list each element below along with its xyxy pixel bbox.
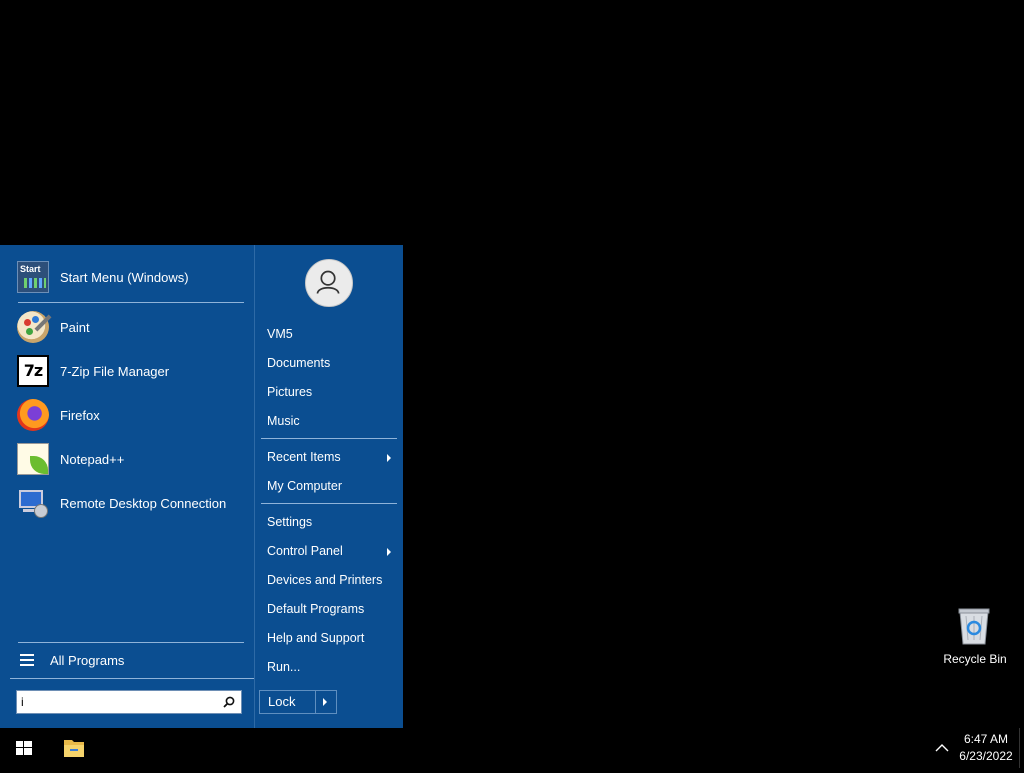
link-label: Documents: [267, 356, 331, 370]
submenu-arrow-icon: [387, 454, 391, 462]
clock-date: 6/23/2022: [959, 749, 1013, 763]
link-label: Recent Items: [267, 450, 341, 464]
program-label: 7-Zip File Manager: [60, 363, 170, 379]
program-7zip[interactable]: 7z 7-Zip File Manager: [10, 351, 246, 391]
program-label: Notepad++: [60, 451, 125, 467]
link-devices-and-printers[interactable]: Devices and Printers: [267, 573, 382, 587]
link-label: Pictures: [267, 385, 313, 399]
all-programs-label: All Programs: [50, 652, 125, 668]
program-firefox[interactable]: Firefox: [10, 395, 246, 435]
lock-button[interactable]: Lock: [260, 691, 316, 713]
separator: [18, 642, 244, 643]
start-menu: Start Start Menu (Windows) Paint 7z 7-Zi…: [0, 245, 403, 728]
chevron-up-icon[interactable]: [932, 740, 952, 756]
folder-icon: [64, 740, 84, 757]
paint-icon: [17, 311, 52, 343]
link-label: VM5: [267, 327, 293, 341]
program-label: Remote Desktop Connection: [60, 495, 227, 511]
link-run[interactable]: Run...: [267, 660, 300, 674]
windows-logo-icon: [16, 741, 32, 755]
lock-split-button: Lock: [259, 690, 337, 714]
system-clock[interactable]: 6:47 AM 6/23/2022: [954, 731, 1018, 765]
separator: [18, 302, 244, 303]
separator: [261, 438, 397, 439]
link-music[interactable]: Music: [267, 414, 300, 428]
link-help-and-support[interactable]: Help and Support: [267, 631, 364, 645]
program-notepad-plus-plus[interactable]: Notepad++: [10, 439, 246, 479]
search-icon[interactable]: [223, 696, 235, 708]
notepad-plus-plus-icon: [17, 443, 49, 475]
places-pane: VM5 Documents Pictures Music Recent Item…: [254, 245, 403, 728]
shutdown-options-button[interactable]: [316, 691, 336, 713]
show-desktop-button[interactable]: [1019, 728, 1024, 768]
link-pictures[interactable]: Pictures: [267, 385, 312, 399]
program-label: Paint: [60, 319, 90, 335]
chevron-right-icon: [323, 698, 327, 706]
taskbar: 6:47 AM 6/23/2022: [0, 728, 1024, 768]
separator: [10, 678, 254, 679]
start-button[interactable]: [0, 728, 48, 768]
link-label: Music: [267, 414, 300, 428]
link-default-programs[interactable]: Default Programs: [267, 602, 364, 616]
recycle-bin-label: Recycle Bin: [943, 652, 1007, 666]
link-my-computer[interactable]: My Computer: [267, 479, 342, 493]
7zip-icon: 7z: [17, 355, 49, 387]
search-box[interactable]: [16, 690, 242, 714]
program-remote-desktop-connection[interactable]: Remote Desktop Connection: [10, 483, 246, 523]
search-input[interactable]: [21, 693, 215, 711]
link-recent-items[interactable]: Recent Items: [267, 450, 391, 464]
link-settings[interactable]: Settings: [267, 515, 312, 529]
clock-time: 6:47 AM: [963, 732, 1009, 746]
link-label: Devices and Printers: [267, 573, 383, 587]
link-label: My Computer: [267, 479, 343, 493]
link-label: Settings: [267, 515, 313, 529]
start-menu-icon: Start: [17, 261, 49, 293]
user-icon: [316, 270, 340, 294]
recycle-bin-shortcut[interactable]: Recycle Bin: [934, 600, 1016, 670]
link-documents[interactable]: Documents: [267, 356, 330, 370]
link-control-panel[interactable]: Control Panel: [267, 544, 391, 558]
program-paint[interactable]: Paint: [10, 307, 246, 347]
remote-desktop-icon: [17, 487, 49, 519]
program-start-menu-windows[interactable]: Start Start Menu (Windows): [10, 257, 246, 297]
link-label: Default Programs: [267, 602, 365, 616]
recycle-bin-icon: [958, 608, 990, 645]
file-explorer-button[interactable]: [50, 728, 98, 768]
separator: [261, 503, 397, 504]
link-label: Help and Support: [267, 631, 365, 645]
link-user-folder[interactable]: VM5: [267, 327, 293, 341]
programs-pane: Start Start Menu (Windows) Paint 7z 7-Zi…: [0, 245, 254, 728]
submenu-arrow-icon: [387, 548, 391, 556]
list-icon: [20, 654, 34, 666]
user-avatar[interactable]: [305, 259, 353, 307]
start-menu-icon-text: Start: [20, 264, 41, 274]
link-label: Run...: [267, 660, 301, 674]
program-label: Firefox: [60, 407, 100, 423]
link-label: Control Panel: [267, 544, 343, 558]
program-label: Start Menu (Windows): [60, 269, 189, 285]
firefox-icon: [17, 399, 49, 431]
all-programs-button[interactable]: All Programs: [10, 648, 246, 672]
